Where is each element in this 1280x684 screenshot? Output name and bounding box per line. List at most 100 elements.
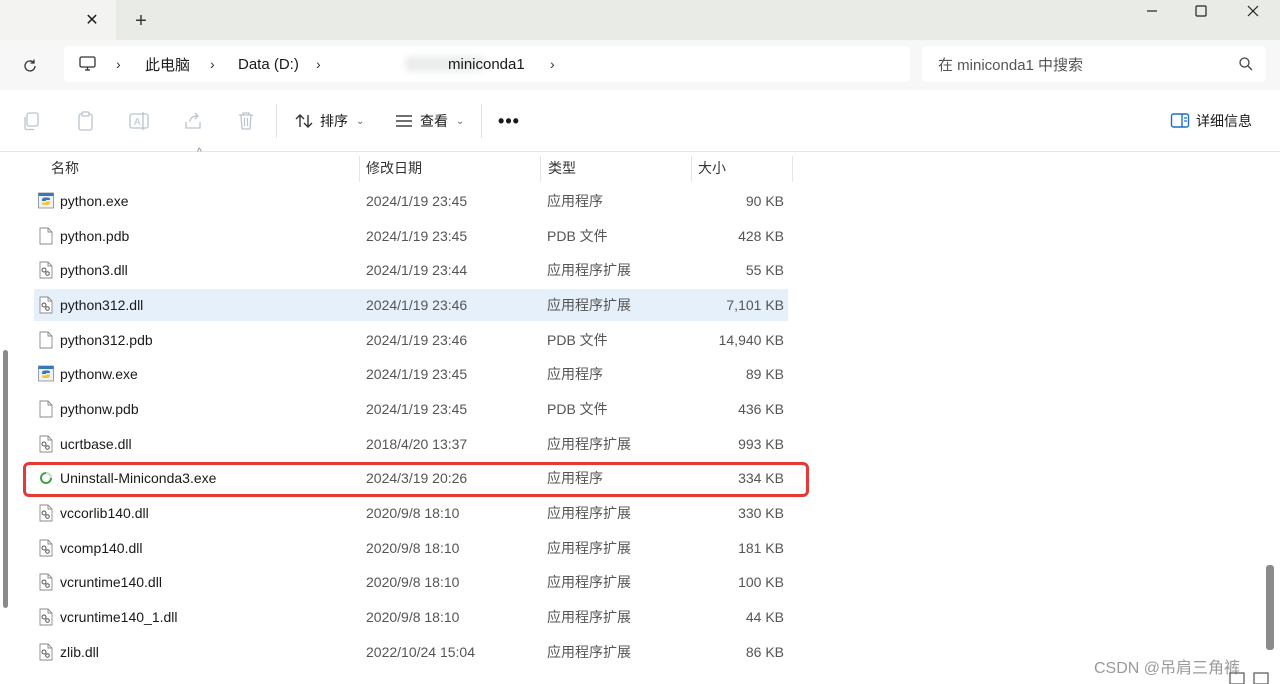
- copy-icon[interactable]: [21, 110, 43, 132]
- file-type: 应用程序扩展: [547, 296, 631, 313]
- file-size: 100 KB: [738, 574, 784, 591]
- file-row[interactable]: zlib.dll 2022/10/24 15:04 应用程序扩展 86 KB: [34, 636, 788, 668]
- file-type: 应用程序扩展: [547, 608, 631, 625]
- column-divider[interactable]: [359, 156, 360, 182]
- column-header-date[interactable]: 修改日期: [366, 152, 422, 184]
- file-size: 330 KB: [738, 504, 784, 521]
- column-divider[interactable]: [792, 156, 793, 182]
- vertical-scrollbar[interactable]: [1266, 565, 1274, 650]
- details-pane-button[interactable]: 详细信息: [1170, 106, 1252, 136]
- delete-icon[interactable]: [235, 110, 257, 132]
- column-header-size[interactable]: 大小: [698, 152, 726, 184]
- file-size: 14,940 KB: [718, 331, 784, 348]
- dll-icon: [38, 504, 54, 522]
- file-modified-date: 2024/1/19 23:44: [366, 262, 468, 279]
- file-row[interactable]: python312.pdb 2024/1/19 23:46 PDB 文件 14,940…: [34, 324, 788, 356]
- file-row[interactable]: pythonw.exe 2024/1/19 23:45 应用程序 89 KB: [34, 358, 788, 390]
- close-button[interactable]: [1229, 0, 1277, 22]
- file-type: 应用程序扩展: [547, 504, 631, 521]
- column-divider[interactable]: [540, 156, 541, 182]
- paste-icon[interactable]: [75, 110, 97, 132]
- file-row[interactable]: vcomp140.dll 2020/9/8 18:10 应用程序扩展 181 KB: [34, 532, 788, 564]
- search-icon[interactable]: [1238, 56, 1254, 72]
- file-type: 应用程序: [547, 366, 603, 383]
- breadcrumb-drive[interactable]: Data (D:): [238, 46, 299, 82]
- file-row[interactable]: python3.dll 2024/1/19 23:44 应用程序扩展 55 KB: [34, 254, 788, 286]
- file-type: 应用程序扩展: [547, 539, 631, 556]
- file-type: 应用程序扩展: [547, 643, 631, 660]
- file-name: vcruntime140_1.dll: [60, 608, 178, 625]
- dll-icon: [38, 573, 54, 591]
- dll-icon: [38, 261, 54, 279]
- address-bar[interactable]: › 此电脑 › Data (D:) › miniconda1 ›: [64, 46, 910, 82]
- file-row[interactable]: python.pdb 2024/1/19 23:45 PDB 文件 428 KB: [34, 220, 788, 252]
- chevron-right-icon[interactable]: ›: [116, 46, 121, 82]
- file-modified-date: 2024/1/19 23:45: [366, 193, 468, 209]
- file-row[interactable]: ucrtbase.dll 2018/4/20 13:37 应用程序扩展 993 KB: [34, 428, 788, 460]
- more-options-button[interactable]: •••: [496, 106, 522, 136]
- file-modified-date: 2020/9/8 18:10: [366, 608, 460, 625]
- column-header-type[interactable]: 类型: [548, 152, 576, 184]
- breadcrumb-folder[interactable]: miniconda1: [448, 46, 525, 82]
- minimize-button[interactable]: [1128, 0, 1176, 22]
- refresh-button[interactable]: [16, 52, 44, 80]
- file-name: pythonw.exe: [60, 366, 138, 383]
- column-divider[interactable]: [691, 156, 692, 182]
- minimize-icon: [1147, 10, 1157, 12]
- file-row[interactable]: vcruntime140_1.dll 2020/9/8 18:10 应用程序扩展 44…: [34, 601, 788, 633]
- rename-icon[interactable]: A: [128, 110, 150, 132]
- file-row[interactable]: vcruntime140.dll 2020/9/8 18:10 应用程序扩展 100 …: [34, 566, 788, 598]
- file-modified-date: 2024/1/19 23:45: [366, 227, 468, 244]
- dll-icon: [38, 539, 54, 557]
- sort-ascending-icon: ^: [197, 147, 202, 158]
- highlight-annotation: [23, 462, 809, 497]
- tab-active[interactable]: ✕: [0, 0, 116, 40]
- maximize-button[interactable]: [1177, 0, 1225, 22]
- chevron-right-icon[interactable]: ›: [210, 46, 215, 82]
- maximize-icon: [1195, 5, 1207, 17]
- file-size: 90 KB: [745, 193, 784, 209]
- file-size: 44 KB: [745, 608, 784, 625]
- chevron-right-icon[interactable]: ›: [316, 46, 321, 82]
- file-name: zlib.dll: [60, 643, 99, 660]
- toolbar-divider: [481, 104, 482, 138]
- sort-button[interactable]: 排序 ⌄: [294, 106, 364, 136]
- search-input[interactable]: 在 miniconda1 中搜索: [922, 46, 1266, 82]
- dll-icon: [38, 643, 54, 661]
- file-row[interactable]: python312.dll 2024/1/19 23:46 应用程序扩展 7,101 …: [34, 288, 788, 321]
- new-tab-button[interactable]: +: [128, 8, 154, 34]
- file-type: 应用程序扩展: [547, 262, 631, 279]
- file-modified-date: 2024/1/19 23:46: [366, 296, 468, 313]
- breadcrumb-this-pc[interactable]: 此电脑: [145, 46, 190, 82]
- column-header-name[interactable]: 名称: [51, 152, 79, 184]
- file-size: 428 KB: [738, 227, 784, 244]
- view-button[interactable]: 查看 ⌄: [394, 106, 464, 136]
- file-row[interactable]: python.exe 2024/1/19 23:45 应用程序 90 KB: [34, 185, 788, 217]
- file-type: PDB 文件: [547, 400, 608, 417]
- share-icon[interactable]: [182, 110, 204, 132]
- file-size: 86 KB: [745, 643, 784, 660]
- view-icon: [396, 115, 412, 127]
- file-row[interactable]: pythonw.pdb 2024/1/19 23:45 PDB 文件 436 KB: [34, 393, 788, 425]
- view-label: 查看: [420, 113, 448, 129]
- file-size: 993 KB: [738, 435, 784, 452]
- column-header-row: 名称 修改日期 类型 大小: [0, 152, 800, 184]
- chevron-down-icon: ⌄: [356, 115, 365, 127]
- file-row[interactable]: vccorlib140.dll 2020/9/8 18:10 应用程序扩展 330 K…: [34, 497, 788, 529]
- file-size: 181 KB: [738, 539, 784, 556]
- close-icon: [1247, 5, 1259, 17]
- watermark: CSDN @吊肩三角裤: [1094, 660, 1241, 677]
- tab-close-icon[interactable]: ✕: [80, 8, 104, 32]
- sort-icon: [295, 114, 313, 128]
- chevron-down-icon: ⌄: [456, 115, 465, 127]
- chevron-right-icon[interactable]: ›: [550, 46, 555, 82]
- details-label: 详细信息: [1196, 113, 1252, 129]
- computer-icon: [79, 56, 96, 71]
- nav-scrollbar[interactable]: [3, 350, 8, 608]
- address-row: › 此电脑 › Data (D:) › miniconda1 › 在 minic…: [0, 40, 1280, 90]
- view-mode-icons[interactable]: [1228, 670, 1272, 684]
- details-pane-icon: [1170, 113, 1190, 128]
- file-name: ucrtbase.dll: [60, 435, 132, 452]
- file-modified-date: 2024/1/19 23:45: [366, 400, 468, 417]
- file-name: python.pdb: [60, 227, 130, 244]
